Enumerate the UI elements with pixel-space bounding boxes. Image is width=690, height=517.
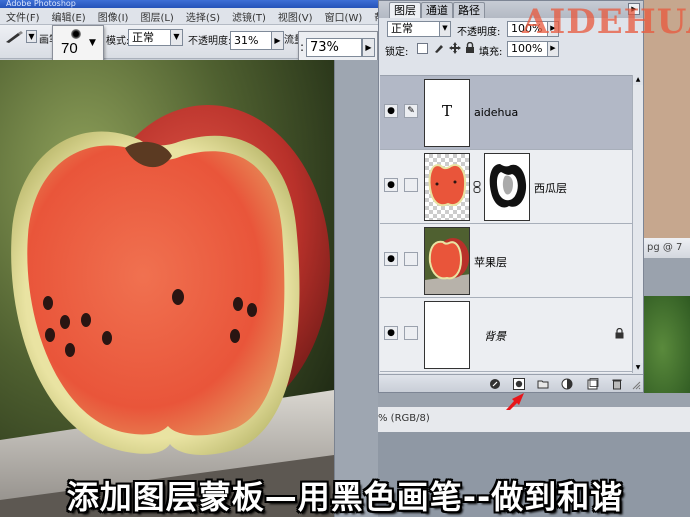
layers-scrollbar[interactable]: ▲ ▼ xyxy=(632,75,643,373)
brush-size-value: 70 xyxy=(61,40,78,57)
add-layer-mask-icon[interactable] xyxy=(513,378,525,390)
scroll-down-icon[interactable]: ▼ xyxy=(633,363,643,373)
chevron-down-icon[interactable]: ▼ xyxy=(89,38,96,48)
menu-filter[interactable]: 滤镜(T) xyxy=(226,9,272,24)
menu-layer[interactable]: 图层(L) xyxy=(134,9,179,24)
opacity-input[interactable]: 31% xyxy=(230,31,272,50)
lock-icon xyxy=(615,328,624,339)
document-thumbnail xyxy=(644,296,690,401)
layer-row-aidehua[interactable]: ● ✎ T aidehua xyxy=(380,76,632,150)
eye-icon[interactable]: ● xyxy=(384,178,398,192)
lock-pixels-icon[interactable] xyxy=(433,42,445,54)
image-canvas[interactable] xyxy=(0,60,334,517)
eye-icon[interactable]: ● xyxy=(384,252,398,266)
mask-image xyxy=(485,154,529,220)
link-box[interactable] xyxy=(404,252,418,266)
fill-slider-button[interactable]: ▶ xyxy=(547,41,559,57)
status-text: % (RGB/8) xyxy=(378,413,430,424)
delete-layer-trash-icon[interactable] xyxy=(611,378,623,390)
layers-panel-footer xyxy=(379,374,643,392)
lock-transparency-icon[interactable] xyxy=(417,43,428,54)
lock-fill-row: 锁定: 填充: 100% ▶ xyxy=(379,40,643,58)
layers-panel: 图层 通道 路径 ▶ 正常 ▼ 不透明度: 100% ▶ 锁定: 填充: 100… xyxy=(378,0,644,393)
link-layers-icon[interactable] xyxy=(489,378,501,390)
layer-row-watermelon[interactable]: ● 西瓜层 xyxy=(380,150,632,224)
app-title: Adobe Photoshop xyxy=(6,0,76,8)
mode-select[interactable]: 正常 xyxy=(128,29,172,46)
mode-dropdown-button[interactable]: ▼ xyxy=(170,29,183,46)
layer-mask-thumbnail[interactable] xyxy=(484,153,530,221)
flow-slider-button[interactable]: ▶ xyxy=(362,38,375,57)
photoshop-window: Adobe Photoshop 文件(F) 编辑(E) 图像(I) 图层(L) … xyxy=(0,0,378,517)
fill-label: 填充: xyxy=(479,47,503,58)
menu-view[interactable]: 视图(V) xyxy=(272,9,319,24)
adjustment-layer-icon[interactable] xyxy=(561,378,573,390)
lock-position-icon[interactable] xyxy=(449,42,461,54)
brush-indicator-icon[interactable]: ✎ xyxy=(404,104,418,118)
app-title-bar: Adobe Photoshop xyxy=(0,0,378,8)
layer-thumbnail-apple xyxy=(424,227,470,295)
watermelon-apple-photo xyxy=(0,60,334,517)
layer-name[interactable]: 西瓜层 xyxy=(534,180,567,196)
layer-thumbnail-background xyxy=(424,301,470,369)
document-title[interactable]: pg @ 7 xyxy=(644,238,690,258)
menu-select[interactable]: 选择(S) xyxy=(180,9,226,24)
red-pointer-arrow-icon xyxy=(506,393,524,410)
brush-picker[interactable]: 70 ▼ xyxy=(52,25,104,63)
status-bar: % (RGB/8) xyxy=(378,406,690,432)
menu-bar: 文件(F) 编辑(E) 图像(I) 图层(L) 选择(S) 滤镜(T) 视图(V… xyxy=(0,8,378,25)
tutorial-caption: 添加图层蒙板—用黑色画笔--做到和谐 xyxy=(66,478,624,516)
blend-mode-dropdown-button[interactable]: ▼ xyxy=(439,21,451,37)
menu-edit[interactable]: 编辑(E) xyxy=(46,9,92,24)
flow-input[interactable]: 73% xyxy=(306,38,362,57)
menu-file[interactable]: 文件(F) xyxy=(0,9,46,24)
layer-thumbnail-watermelon xyxy=(424,153,470,221)
menu-window[interactable]: 窗口(W) xyxy=(319,9,369,24)
link-box[interactable] xyxy=(404,178,418,192)
apple-thumbnail-image xyxy=(425,228,469,294)
canvas-pasteboard xyxy=(334,60,378,517)
watermark-text: AIDEHUA xyxy=(522,2,690,42)
lock-all-icon[interactable] xyxy=(465,42,475,54)
brush-tool-icon[interactable] xyxy=(4,30,26,44)
layer-thumbnail-text: T xyxy=(424,79,470,147)
layer-name[interactable]: 背景 xyxy=(484,328,506,344)
layer-opacity-label: 不透明度: xyxy=(457,27,501,38)
resize-grip-icon[interactable] xyxy=(629,378,641,390)
layer-row-apple[interactable]: ● 苹果层 xyxy=(380,224,632,298)
tab-paths[interactable]: 路径 xyxy=(453,2,485,18)
new-layer-icon[interactable] xyxy=(587,378,599,390)
opacity-label: 不透明度: xyxy=(188,36,232,47)
layer-list: ● ✎ T aidehua ● 西瓜层 ● 苹果层 ● 背景 xyxy=(380,75,632,373)
eye-icon[interactable]: ● xyxy=(384,326,398,340)
flow-field: : 73% ▶ xyxy=(298,31,378,61)
eye-icon[interactable]: ● xyxy=(384,104,398,118)
workspace-background xyxy=(378,393,690,406)
tab-layers[interactable]: 图层 xyxy=(389,2,421,18)
brush-tip-preview-icon xyxy=(71,29,81,39)
mode-label: 模式: xyxy=(106,36,130,47)
link-box[interactable] xyxy=(404,326,418,340)
layer-row-background[interactable]: ● 背景 xyxy=(380,298,632,372)
tab-channels[interactable]: 通道 xyxy=(421,2,453,18)
text-layer-icon: T xyxy=(441,102,452,120)
tool-preset-dropdown[interactable]: ▼ xyxy=(26,30,37,43)
menu-help[interactable]: 帮助(H) xyxy=(368,9,378,24)
layer-name[interactable]: aidehua xyxy=(474,106,518,119)
fill-input[interactable]: 100% xyxy=(507,41,549,57)
watermelon-thumbnail-image xyxy=(428,164,467,207)
new-group-folder-icon[interactable] xyxy=(537,378,549,390)
mask-link-icon[interactable] xyxy=(473,181,481,193)
layer-name[interactable]: 苹果层 xyxy=(474,254,507,270)
menu-image[interactable]: 图像(I) xyxy=(92,9,135,24)
scroll-up-icon[interactable]: ▲ xyxy=(633,75,643,85)
lock-label: 锁定: xyxy=(385,47,409,58)
opacity-slider-button[interactable]: ▶ xyxy=(271,31,284,50)
